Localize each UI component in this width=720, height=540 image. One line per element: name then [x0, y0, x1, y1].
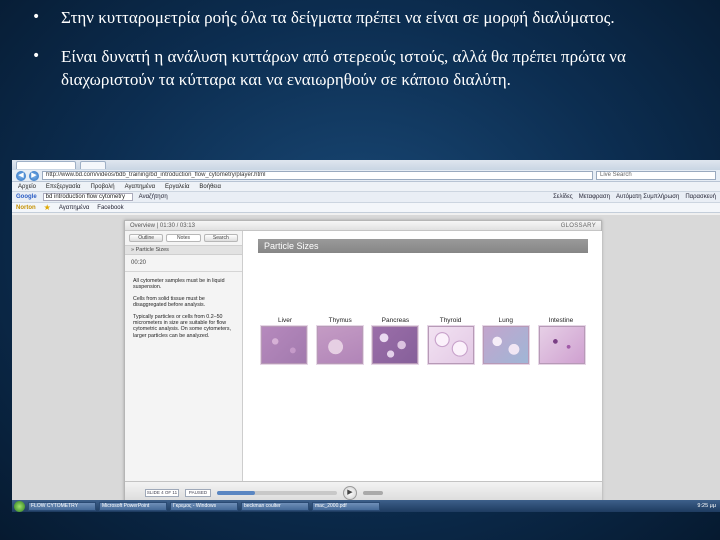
- start-button[interactable]: [14, 500, 25, 512]
- lung-tissue-image: [483, 326, 530, 364]
- tissue-label-liver: Liver: [277, 317, 293, 324]
- tissue-label-pancreas: Pancreas: [381, 317, 410, 324]
- bullet-symbol: •: [32, 9, 41, 25]
- note-paragraph: Cells from solid tissue must be disaggre…: [133, 295, 206, 309]
- menu-file[interactable]: Αρχείο: [18, 184, 36, 190]
- google-label: Google: [16, 194, 37, 200]
- glossary-link[interactable]: GLOSSARY: [561, 223, 596, 229]
- thyroid-tissue-image: [427, 326, 474, 364]
- bullet-text: Στην κυτταρομετρία ροής όλα τα δείγματα …: [61, 8, 615, 27]
- player-header-info: Overview | 01:30 / 03:13: [130, 222, 195, 229]
- liver-tissue-image: [261, 326, 307, 364]
- forward-icon[interactable]: ▶: [29, 170, 39, 181]
- google-toolbar: Google bd introduction flow cytometry Αν…: [12, 192, 720, 203]
- favorites-label[interactable]: Αγαπημένα: [59, 205, 89, 211]
- favorites-bar: Norton ★ Αγαπημένα Facebook: [12, 203, 720, 213]
- slide-area: Particle Sizes Liver Thymus Pancreas Thy…: [244, 231, 602, 481]
- taskbar-item[interactable]: FLOW CYTOMETRY: [28, 501, 96, 511]
- volume-slider[interactable]: [363, 490, 383, 495]
- menu-view[interactable]: Προβολή: [91, 184, 115, 190]
- facebook-link[interactable]: Facebook: [97, 205, 123, 211]
- tab-search[interactable]: Search: [203, 234, 238, 242]
- back-icon[interactable]: ◀: [16, 170, 26, 181]
- taskbar-item[interactable]: Γκρεμος - Windows: [170, 501, 238, 511]
- browser-tab[interactable]: [16, 161, 76, 169]
- url-field[interactable]: http://www.bd.com/videos/bdb_training/bd…: [42, 171, 593, 180]
- page-viewport: Overview | 01:30 / 03:13 GLOSSARY Outlin…: [12, 215, 720, 503]
- tissue-labels: Liver Thymus Pancreas Thyroid Lung Intes…: [258, 317, 588, 324]
- star-icon[interactable]: ★: [44, 203, 51, 212]
- tissue-images: [258, 326, 588, 364]
- toolbar-pages[interactable]: Σελίδες: [553, 194, 573, 200]
- slide-bullets: • Στην κυτταρομετρία ροής όλα τα δείγματ…: [28, 6, 718, 107]
- menu-edit[interactable]: Επεξεργασία: [46, 184, 81, 190]
- thymus-tissue-image: [316, 326, 363, 364]
- browser-screenshot: ◀ ▶ http://www.bd.com/videos/bdb_trainin…: [12, 160, 720, 512]
- seek-progress: [217, 490, 256, 495]
- note-paragraph: Typically particles or cells from 0.2–50…: [133, 313, 232, 339]
- video-player: Overview | 01:30 / 03:13 GLOSSARY Outlin…: [124, 220, 602, 503]
- player-side-panel: Outline Notes Search » Particle Sizes 00…: [125, 231, 243, 481]
- slide-counter: SLIDE 4 OF 11: [145, 488, 179, 497]
- tab-notes[interactable]: Notes: [166, 234, 201, 242]
- menu-favorites[interactable]: Αγαπημένα: [125, 184, 155, 190]
- tissue-label-intestine: Intestine: [548, 317, 574, 324]
- elapsed-time: 00:20: [125, 255, 242, 272]
- toolbar-autofill[interactable]: Αυτόματη Συμπλήρωση: [616, 194, 679, 200]
- tissue-label-thyroid: Thyroid: [439, 317, 462, 324]
- bullet-2: • Είναι δυνατή η ανάλυση κυττάρων από στ…: [28, 45, 718, 91]
- bullet-symbol: •: [32, 48, 41, 64]
- player-header: Overview | 01:30 / 03:13 GLOSSARY: [125, 221, 601, 231]
- windows-taskbar: FLOW CYTOMETRY Microsoft PowerPoint Γκρε…: [12, 500, 720, 512]
- menu-tools[interactable]: Εργαλεία: [165, 184, 189, 190]
- toolbar-translate[interactable]: Μεταφραση: [579, 194, 610, 200]
- tissue-label-lung: Lung: [498, 317, 513, 324]
- play-icon[interactable]: ▶: [343, 485, 357, 500]
- bullet-text: Είναι δυνατή η ανάλυση κυττάρων από στερ…: [61, 47, 626, 89]
- browser-tab[interactable]: [80, 161, 106, 169]
- toolbar-date: Παρασκευή: [685, 194, 716, 200]
- panel-tabs: Outline Notes Search: [125, 231, 242, 245]
- note-paragraph: All cytometer samples must be in liquid …: [133, 278, 225, 291]
- tab-outline[interactable]: Outline: [129, 234, 164, 242]
- google-search-input[interactable]: bd introduction flow cytometry: [42, 193, 133, 201]
- taskbar-item[interactable]: beckman coulter: [241, 501, 309, 511]
- notes-text: All cytometer samples must be in liquid …: [125, 272, 242, 350]
- taskbar-item[interactable]: Microsoft PowerPoint: [99, 501, 167, 511]
- menu-help[interactable]: Βοήθεια: [199, 184, 221, 190]
- tissue-label-thymus: Thymus: [328, 317, 352, 324]
- bullet-1: • Στην κυτταρομετρία ροής όλα τα δείγματ…: [28, 6, 718, 29]
- outline-item[interactable]: » Particle Sizes: [125, 245, 242, 255]
- menu-bar: Αρχείο Επεξεργασία Προβολή Αγαπημένα Εργ…: [12, 182, 720, 192]
- live-search-input[interactable]: Live Search: [596, 171, 716, 180]
- address-bar: ◀ ▶ http://www.bd.com/videos/bdb_trainin…: [12, 170, 720, 182]
- clock: 9:25 μμ: [697, 503, 716, 509]
- intestine-tissue-image: [538, 326, 585, 364]
- norton-toolbar-item[interactable]: Norton: [16, 205, 36, 211]
- seek-bar[interactable]: [217, 490, 337, 495]
- slide-title: Particle Sizes: [258, 239, 588, 253]
- browser-tabstrip: [12, 160, 720, 170]
- taskbar-item[interactable]: mac_2000.pdf: [312, 501, 380, 511]
- playback-status: PAUSED: [185, 488, 211, 497]
- google-search-button[interactable]: Αναζήτηση: [139, 194, 168, 200]
- pancreas-tissue-image: [372, 326, 419, 364]
